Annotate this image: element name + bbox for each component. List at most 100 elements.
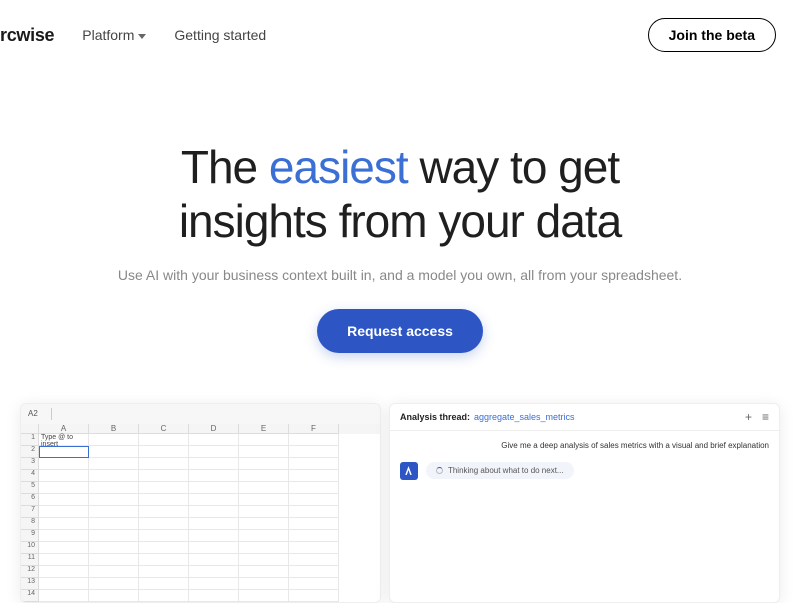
cell[interactable] (289, 566, 339, 578)
cell[interactable] (39, 530, 89, 542)
col-header-a[interactable]: A (39, 424, 89, 434)
cell[interactable] (39, 554, 89, 566)
cell[interactable] (39, 458, 89, 470)
cell[interactable] (139, 566, 189, 578)
cell[interactable] (239, 554, 289, 566)
cell[interactable] (139, 446, 189, 458)
row-header[interactable]: 12 (21, 566, 39, 578)
cell[interactable] (239, 530, 289, 542)
cell[interactable] (239, 518, 289, 530)
cell[interactable] (39, 494, 89, 506)
nav-getting-started[interactable]: Getting started (174, 27, 266, 43)
cell[interactable] (139, 578, 189, 590)
thread-name-link[interactable]: aggregate_sales_metrics (474, 412, 575, 422)
logo[interactable]: rcwise (0, 25, 54, 46)
cell[interactable] (89, 554, 139, 566)
cell[interactable] (89, 530, 139, 542)
col-header-e[interactable]: E (239, 424, 289, 434)
row-header[interactable]: 10 (21, 542, 39, 554)
cell[interactable] (89, 494, 139, 506)
col-header-f[interactable]: F (289, 424, 339, 434)
cell[interactable] (139, 458, 189, 470)
col-header-d[interactable]: D (189, 424, 239, 434)
cell[interactable] (239, 458, 289, 470)
cell-reference[interactable]: A2 (25, 408, 41, 419)
menu-icon[interactable]: ≡ (762, 410, 769, 424)
cell[interactable] (289, 518, 339, 530)
cell[interactable] (189, 530, 239, 542)
cell[interactable] (239, 494, 289, 506)
cell[interactable] (39, 482, 89, 494)
cell[interactable] (139, 470, 189, 482)
cell[interactable] (89, 566, 139, 578)
row-header[interactable]: 1 (21, 434, 39, 446)
cell[interactable] (289, 542, 339, 554)
cell[interactable] (39, 578, 89, 590)
cell[interactable] (39, 506, 89, 518)
sheet-corner[interactable] (21, 424, 39, 434)
col-header-b[interactable]: B (89, 424, 139, 434)
cell[interactable]: Type @ to insert (39, 434, 89, 446)
cell[interactable] (89, 434, 139, 446)
cell[interactable] (189, 542, 239, 554)
nav-platform[interactable]: Platform (82, 27, 146, 43)
cell[interactable] (239, 542, 289, 554)
cell[interactable] (289, 470, 339, 482)
cell[interactable] (239, 566, 289, 578)
cell[interactable] (139, 506, 189, 518)
cell[interactable] (289, 434, 339, 446)
cell[interactable] (289, 494, 339, 506)
cell[interactable] (89, 446, 139, 458)
row-header[interactable]: 13 (21, 578, 39, 590)
cell[interactable] (189, 494, 239, 506)
cell[interactable] (189, 434, 239, 446)
cell[interactable] (239, 506, 289, 518)
cell[interactable] (89, 542, 139, 554)
cell[interactable] (189, 470, 239, 482)
cell[interactable] (289, 506, 339, 518)
cell[interactable] (189, 458, 239, 470)
row-header[interactable]: 8 (21, 518, 39, 530)
cell[interactable] (139, 494, 189, 506)
row-header[interactable]: 11 (21, 554, 39, 566)
cell[interactable] (239, 470, 289, 482)
cell[interactable] (139, 482, 189, 494)
row-header[interactable]: 4 (21, 470, 39, 482)
cell[interactable] (39, 518, 89, 530)
cell[interactable] (139, 554, 189, 566)
cell[interactable] (289, 578, 339, 590)
cell[interactable] (289, 554, 339, 566)
cell[interactable] (289, 482, 339, 494)
cell[interactable] (189, 566, 239, 578)
cell[interactable] (89, 482, 139, 494)
cell[interactable] (289, 446, 339, 458)
cell[interactable] (189, 506, 239, 518)
cell[interactable] (139, 542, 189, 554)
request-access-button[interactable]: Request access (317, 309, 483, 353)
cell[interactable] (189, 518, 239, 530)
cell[interactable] (89, 470, 139, 482)
cell[interactable] (89, 518, 139, 530)
cell[interactable] (289, 458, 339, 470)
cell[interactable] (39, 566, 89, 578)
row-header[interactable]: 5 (21, 482, 39, 494)
row-header[interactable]: 7 (21, 506, 39, 518)
cell[interactable] (89, 578, 139, 590)
cell[interactable] (239, 446, 289, 458)
cell[interactable] (39, 470, 89, 482)
row-header[interactable]: 2 (21, 446, 39, 458)
col-header-c[interactable]: C (139, 424, 189, 434)
row-header[interactable]: 6 (21, 494, 39, 506)
join-beta-button[interactable]: Join the beta (648, 18, 776, 52)
cell[interactable] (239, 578, 289, 590)
plus-icon[interactable]: + (745, 410, 752, 424)
cell[interactable] (139, 518, 189, 530)
cell[interactable] (89, 506, 139, 518)
cell[interactable] (189, 482, 239, 494)
row-header[interactable]: 3 (21, 458, 39, 470)
cell[interactable] (139, 434, 189, 446)
cell[interactable] (239, 434, 289, 446)
cell[interactable] (189, 446, 239, 458)
cell[interactable] (39, 446, 89, 458)
cell[interactable] (289, 530, 339, 542)
